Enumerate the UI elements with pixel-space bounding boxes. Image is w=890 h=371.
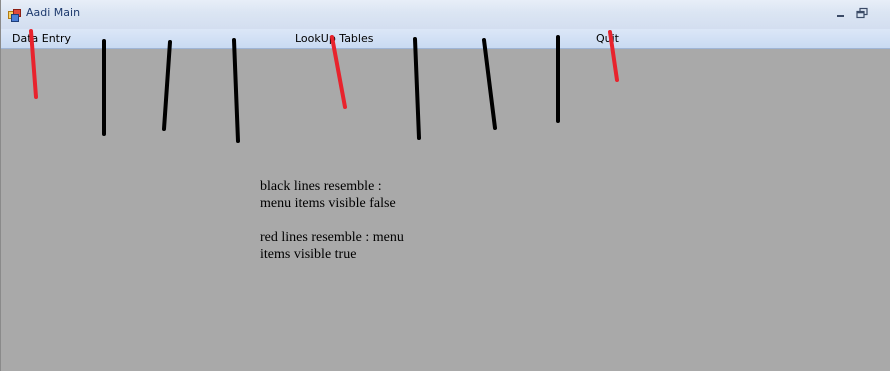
- annotation-red-lines: red lines resemble : menu items visible …: [260, 229, 440, 263]
- annotation-black-line-1: black lines resemble :: [260, 179, 382, 194]
- minimize-icon[interactable]: [833, 6, 849, 20]
- menu-item-lookup-tables[interactable]: LookUp Tables: [295, 32, 373, 45]
- annotation-red-line-2: items visible true: [260, 247, 357, 262]
- menu-item-data-entry[interactable]: Data Entry: [12, 32, 71, 45]
- menu-item-quit[interactable]: Quit: [596, 32, 619, 45]
- annotation-black-line-2: menu items visible false: [260, 196, 396, 211]
- menu-bar: Data Entry LookUp Tables Quit: [1, 29, 890, 49]
- annotation-black-lines: black lines resemble : menu items visibl…: [260, 178, 440, 212]
- restore-icon[interactable]: [854, 6, 870, 20]
- title-bar[interactable]: Aadi Main: [1, 0, 890, 29]
- annotation-red-line-1: red lines resemble : menu: [260, 230, 404, 245]
- app-form-icon: [8, 7, 21, 22]
- main-window: Aadi Main Data Entry LookUp Tables Quit …: [0, 0, 890, 371]
- window-title: Aadi Main: [26, 6, 81, 19]
- mdi-client-area: [2, 49, 890, 371]
